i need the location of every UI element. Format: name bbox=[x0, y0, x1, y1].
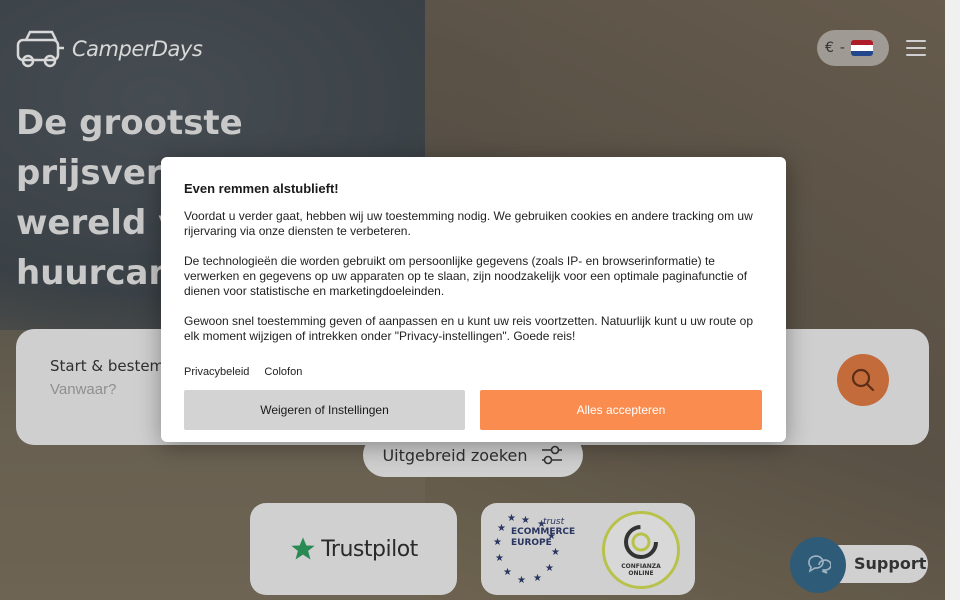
chat-bubbles-icon bbox=[808, 555, 831, 574]
ecommerce-line: EUROPE bbox=[511, 538, 552, 548]
svg-text:★: ★ bbox=[545, 563, 554, 574]
svg-text:★: ★ bbox=[517, 575, 526, 586]
currency-symbol: € bbox=[825, 40, 834, 56]
colofon-link[interactable]: Colofon bbox=[264, 366, 302, 378]
search-button[interactable] bbox=[837, 354, 889, 406]
currency-separator: - bbox=[839, 40, 845, 56]
cookie-consent-dialog: Even remmen alstublieft! Voordat u verde… bbox=[161, 157, 786, 442]
netherlands-flag-icon bbox=[850, 40, 873, 56]
cookie-dialog-links: Privacybeleid Colofon bbox=[184, 366, 302, 378]
confianza-text: CONFIANZA ONLINE bbox=[605, 563, 677, 577]
cookie-dialog-title: Even remmen alstublieft! bbox=[184, 181, 339, 196]
cookie-dialog-paragraph: De technologieën die worden gebruikt om … bbox=[184, 254, 748, 298]
hamburger-menu-icon[interactable] bbox=[906, 40, 926, 56]
trustpilot-star-icon bbox=[291, 537, 315, 560]
sliders-icon bbox=[541, 445, 562, 465]
ecommerce-line: ECOMMERCE bbox=[511, 527, 576, 537]
page-scrollbar[interactable] bbox=[945, 0, 960, 600]
ecommerce-trust-label: trust bbox=[543, 517, 565, 527]
svg-text:★: ★ bbox=[495, 553, 504, 564]
currency-language-selector[interactable]: € - bbox=[817, 30, 889, 66]
logo-text: CamperDays bbox=[72, 37, 203, 61]
support-circle bbox=[790, 537, 846, 593]
ecommerce-europe-text: ECOMMERCE EUROPE bbox=[511, 527, 575, 549]
svg-text:★: ★ bbox=[521, 515, 530, 526]
trustpilot-badge[interactable]: Trustpilot bbox=[250, 503, 457, 595]
confianza-line: ONLINE bbox=[628, 570, 654, 577]
cookie-dialog-paragraph: Voordat u verder gaat, hebben wij uw toe… bbox=[184, 209, 753, 238]
refuse-or-settings-button[interactable]: Weigeren of Instellingen bbox=[184, 390, 465, 430]
svg-text:★: ★ bbox=[507, 513, 516, 524]
support-label: Support bbox=[854, 554, 927, 573]
accept-all-button[interactable]: Alles accepteren bbox=[480, 390, 762, 430]
search-icon bbox=[851, 368, 875, 392]
cookie-dialog-paragraph: Gewoon snel toestemming geven of aanpass… bbox=[184, 314, 753, 343]
privacy-policy-link[interactable]: Privacybeleid bbox=[184, 366, 249, 378]
confianza-online-seal: CONFIANZA ONLINE bbox=[602, 511, 680, 589]
trustpilot-label: Trustpilot bbox=[321, 536, 418, 562]
confianza-logo-icon bbox=[624, 525, 658, 559]
support-chat-button[interactable]: Support bbox=[790, 537, 928, 593]
ecommerce-europe-badge[interactable]: ★ ★ ★ ★ ★ ★ ★ ★ ★ ★ ★ ★ trust ECOMMERCE EUROPE C… bbox=[481, 503, 695, 595]
svg-text:★: ★ bbox=[503, 567, 512, 578]
hero-title-line: De grootste bbox=[16, 103, 243, 143]
search-label: Start & bestem bbox=[50, 357, 165, 375]
advanced-search-label: Uitgebreid zoeken bbox=[382, 445, 528, 465]
svg-text:★: ★ bbox=[493, 537, 502, 548]
svg-text:★: ★ bbox=[497, 523, 506, 534]
svg-text:★: ★ bbox=[533, 573, 542, 584]
confianza-line: CONFIANZA bbox=[621, 563, 661, 570]
camper-van-icon bbox=[16, 30, 64, 68]
camperdays-logo[interactable]: CamperDays bbox=[16, 28, 203, 70]
